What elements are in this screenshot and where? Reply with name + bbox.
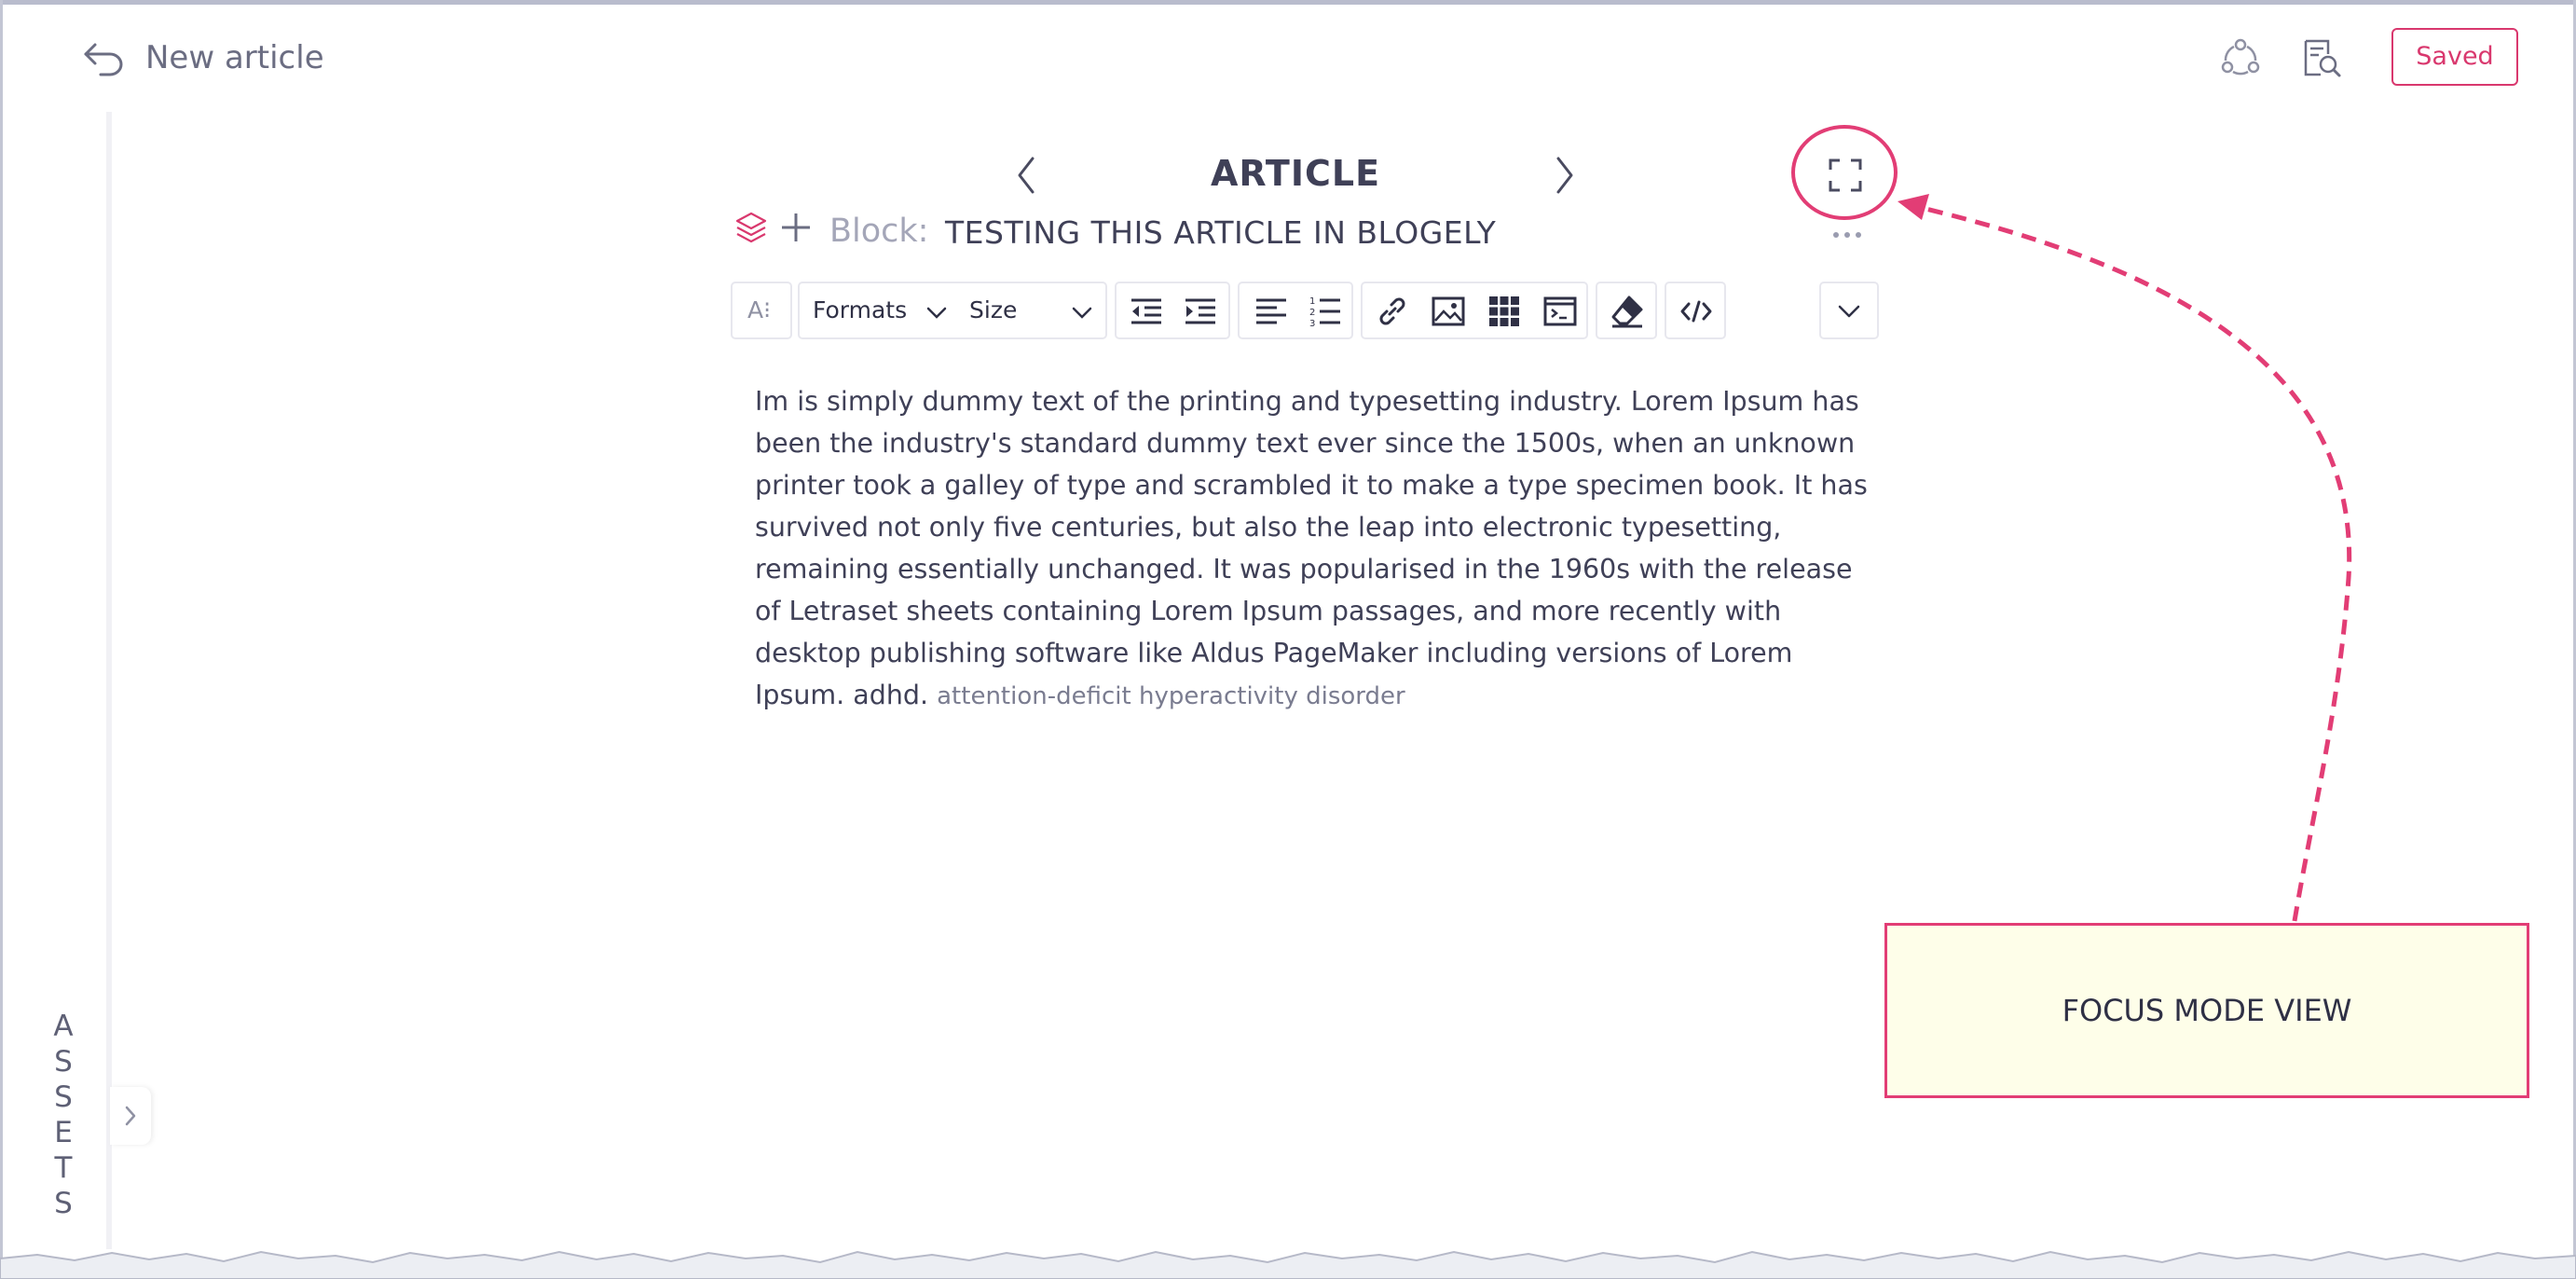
torn-edge (0, 1250, 2576, 1279)
clear-format-group (1596, 282, 1657, 339)
article-body-annotation: attention-deficit hyperactivity disorder (937, 682, 1405, 710)
chevron-down-icon (1070, 300, 1094, 324)
image-icon[interactable] (1430, 293, 1467, 330)
window-frame-top (0, 0, 2576, 5)
font-style-group: A⁝ (731, 282, 792, 339)
indent-group (1115, 282, 1230, 339)
article-body[interactable]: Im is simply dummy text of the printing … (755, 380, 1873, 718)
share-icon[interactable] (2218, 35, 2263, 80)
saved-button[interactable]: Saved (2391, 28, 2518, 86)
plus-icon[interactable] (779, 211, 813, 244)
eraser-icon[interactable] (1609, 293, 1646, 330)
svg-text:2: 2 (1309, 308, 1315, 318)
article-body-text: Im is simply dummy text of the printing … (755, 386, 1868, 710)
source-code-group (1665, 282, 1726, 339)
assets-panel-label[interactable]: A S S E T S (47, 1009, 80, 1221)
assets-letter: T (54, 1151, 73, 1185)
block-title[interactable]: TESTING THIS ARTICLE IN BLOGELY (945, 214, 1496, 251)
preview-icon[interactable] (2298, 35, 2343, 80)
assets-letter: S (54, 1080, 73, 1114)
assets-letter: A (53, 1010, 74, 1043)
focus-mode-callout: FOCUS MODE VIEW (1884, 923, 2529, 1098)
code-block-icon[interactable] (1541, 293, 1579, 330)
layers-icon[interactable] (734, 211, 768, 244)
assets-letter: S (54, 1045, 73, 1079)
assets-letter: E (54, 1116, 73, 1149)
assets-toggle-button[interactable] (110, 1087, 151, 1145)
font-style-button[interactable]: A⁝ (747, 296, 771, 323)
window-frame-left (0, 0, 3, 1279)
link-icon[interactable] (1374, 293, 1411, 330)
outdent-icon[interactable] (1128, 293, 1165, 330)
chevron-down-icon (925, 300, 949, 324)
format-select-group: Formats Size (798, 282, 1107, 339)
chevron-right-icon[interactable] (1551, 155, 1579, 196)
formats-dropdown[interactable]: Formats (813, 296, 907, 323)
toolbar-expand-group (1819, 282, 1879, 339)
assets-letter: S (54, 1187, 73, 1220)
assets-rail (106, 112, 112, 1249)
align-left-icon[interactable] (1253, 293, 1290, 330)
insert-group (1361, 282, 1588, 339)
paragraph-group: 123 (1238, 282, 1353, 339)
numbered-list-icon[interactable]: 123 (1307, 293, 1344, 330)
block-label: Block: (829, 213, 929, 250)
svg-text:1: 1 (1309, 296, 1315, 307)
chevron-left-icon[interactable] (1012, 155, 1040, 196)
chevron-down-icon[interactable] (1830, 293, 1868, 330)
back-icon[interactable] (82, 39, 127, 76)
more-icon[interactable] (1829, 224, 1866, 246)
chevron-right-icon (125, 1106, 136, 1126)
source-code-icon[interactable] (1678, 293, 1715, 330)
size-dropdown[interactable]: Size (969, 296, 1017, 323)
article-heading: ARTICLE (1210, 153, 1381, 194)
page-title: New article (145, 39, 324, 76)
svg-text:3: 3 (1309, 319, 1315, 329)
focus-mode-highlight (1791, 125, 1898, 220)
table-icon[interactable] (1486, 293, 1523, 330)
indent-icon[interactable] (1182, 293, 1219, 330)
